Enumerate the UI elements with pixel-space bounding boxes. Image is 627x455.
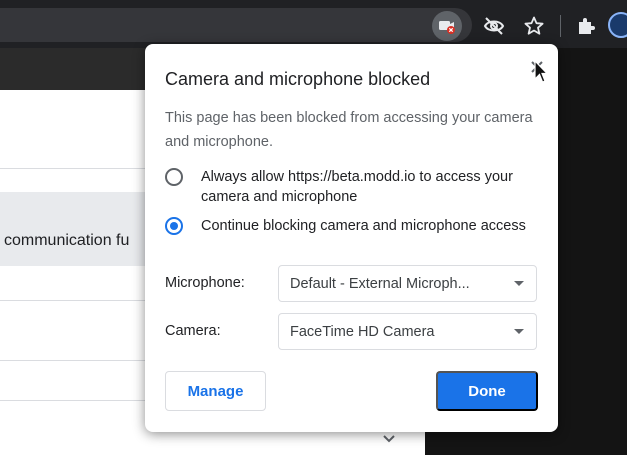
option-continue-blocking[interactable]: Continue blocking camera and microphone … bbox=[165, 216, 535, 236]
dropdown-arrow-icon bbox=[514, 281, 524, 286]
divider bbox=[0, 168, 148, 169]
microphone-value: Default - External Microph... bbox=[290, 275, 470, 292]
camera-select[interactable]: FaceTime HD Camera bbox=[278, 313, 537, 350]
star-icon[interactable] bbox=[520, 12, 548, 40]
radio-continue-blocking[interactable] bbox=[165, 217, 183, 235]
done-button[interactable]: Done bbox=[436, 371, 538, 411]
microphone-select[interactable]: Default - External Microph... bbox=[278, 265, 537, 302]
profile-icon[interactable] bbox=[608, 12, 627, 38]
puzzle-icon[interactable] bbox=[572, 12, 600, 40]
eye-off-icon[interactable] bbox=[480, 12, 508, 40]
microphone-label: Microphone: bbox=[165, 275, 245, 291]
address-bar[interactable] bbox=[0, 8, 472, 42]
divider bbox=[0, 300, 148, 301]
divider bbox=[0, 400, 148, 401]
dialog-description: This page has been blocked from accessin… bbox=[165, 110, 533, 150]
page-text: communication fu bbox=[4, 232, 130, 249]
radio-always-allow[interactable] bbox=[165, 168, 183, 186]
dialog-title: Camera and microphone blocked bbox=[165, 69, 431, 89]
option-continue-blocking-label: Continue blocking camera and microphone … bbox=[201, 218, 526, 234]
browser-toolbar bbox=[0, 0, 627, 48]
dropdown-arrow-icon bbox=[514, 329, 524, 334]
divider bbox=[0, 360, 148, 361]
permission-dialog: Camera and microphone blocked This page … bbox=[145, 44, 558, 432]
chevron-down-icon[interactable] bbox=[382, 431, 396, 449]
option-always-allow[interactable]: Always allow https://beta.modd.io to acc… bbox=[165, 167, 535, 207]
mouse-cursor-icon bbox=[534, 59, 549, 89]
camera-label: Camera: bbox=[165, 323, 221, 339]
option-always-allow-label: Always allow https://beta.modd.io to acc… bbox=[201, 169, 513, 205]
manage-button[interactable]: Manage bbox=[165, 371, 266, 411]
camera-value: FaceTime HD Camera bbox=[290, 323, 435, 340]
camera-blocked-icon[interactable] bbox=[432, 11, 462, 41]
toolbar-divider bbox=[560, 15, 561, 37]
highlighted-row bbox=[0, 192, 148, 266]
